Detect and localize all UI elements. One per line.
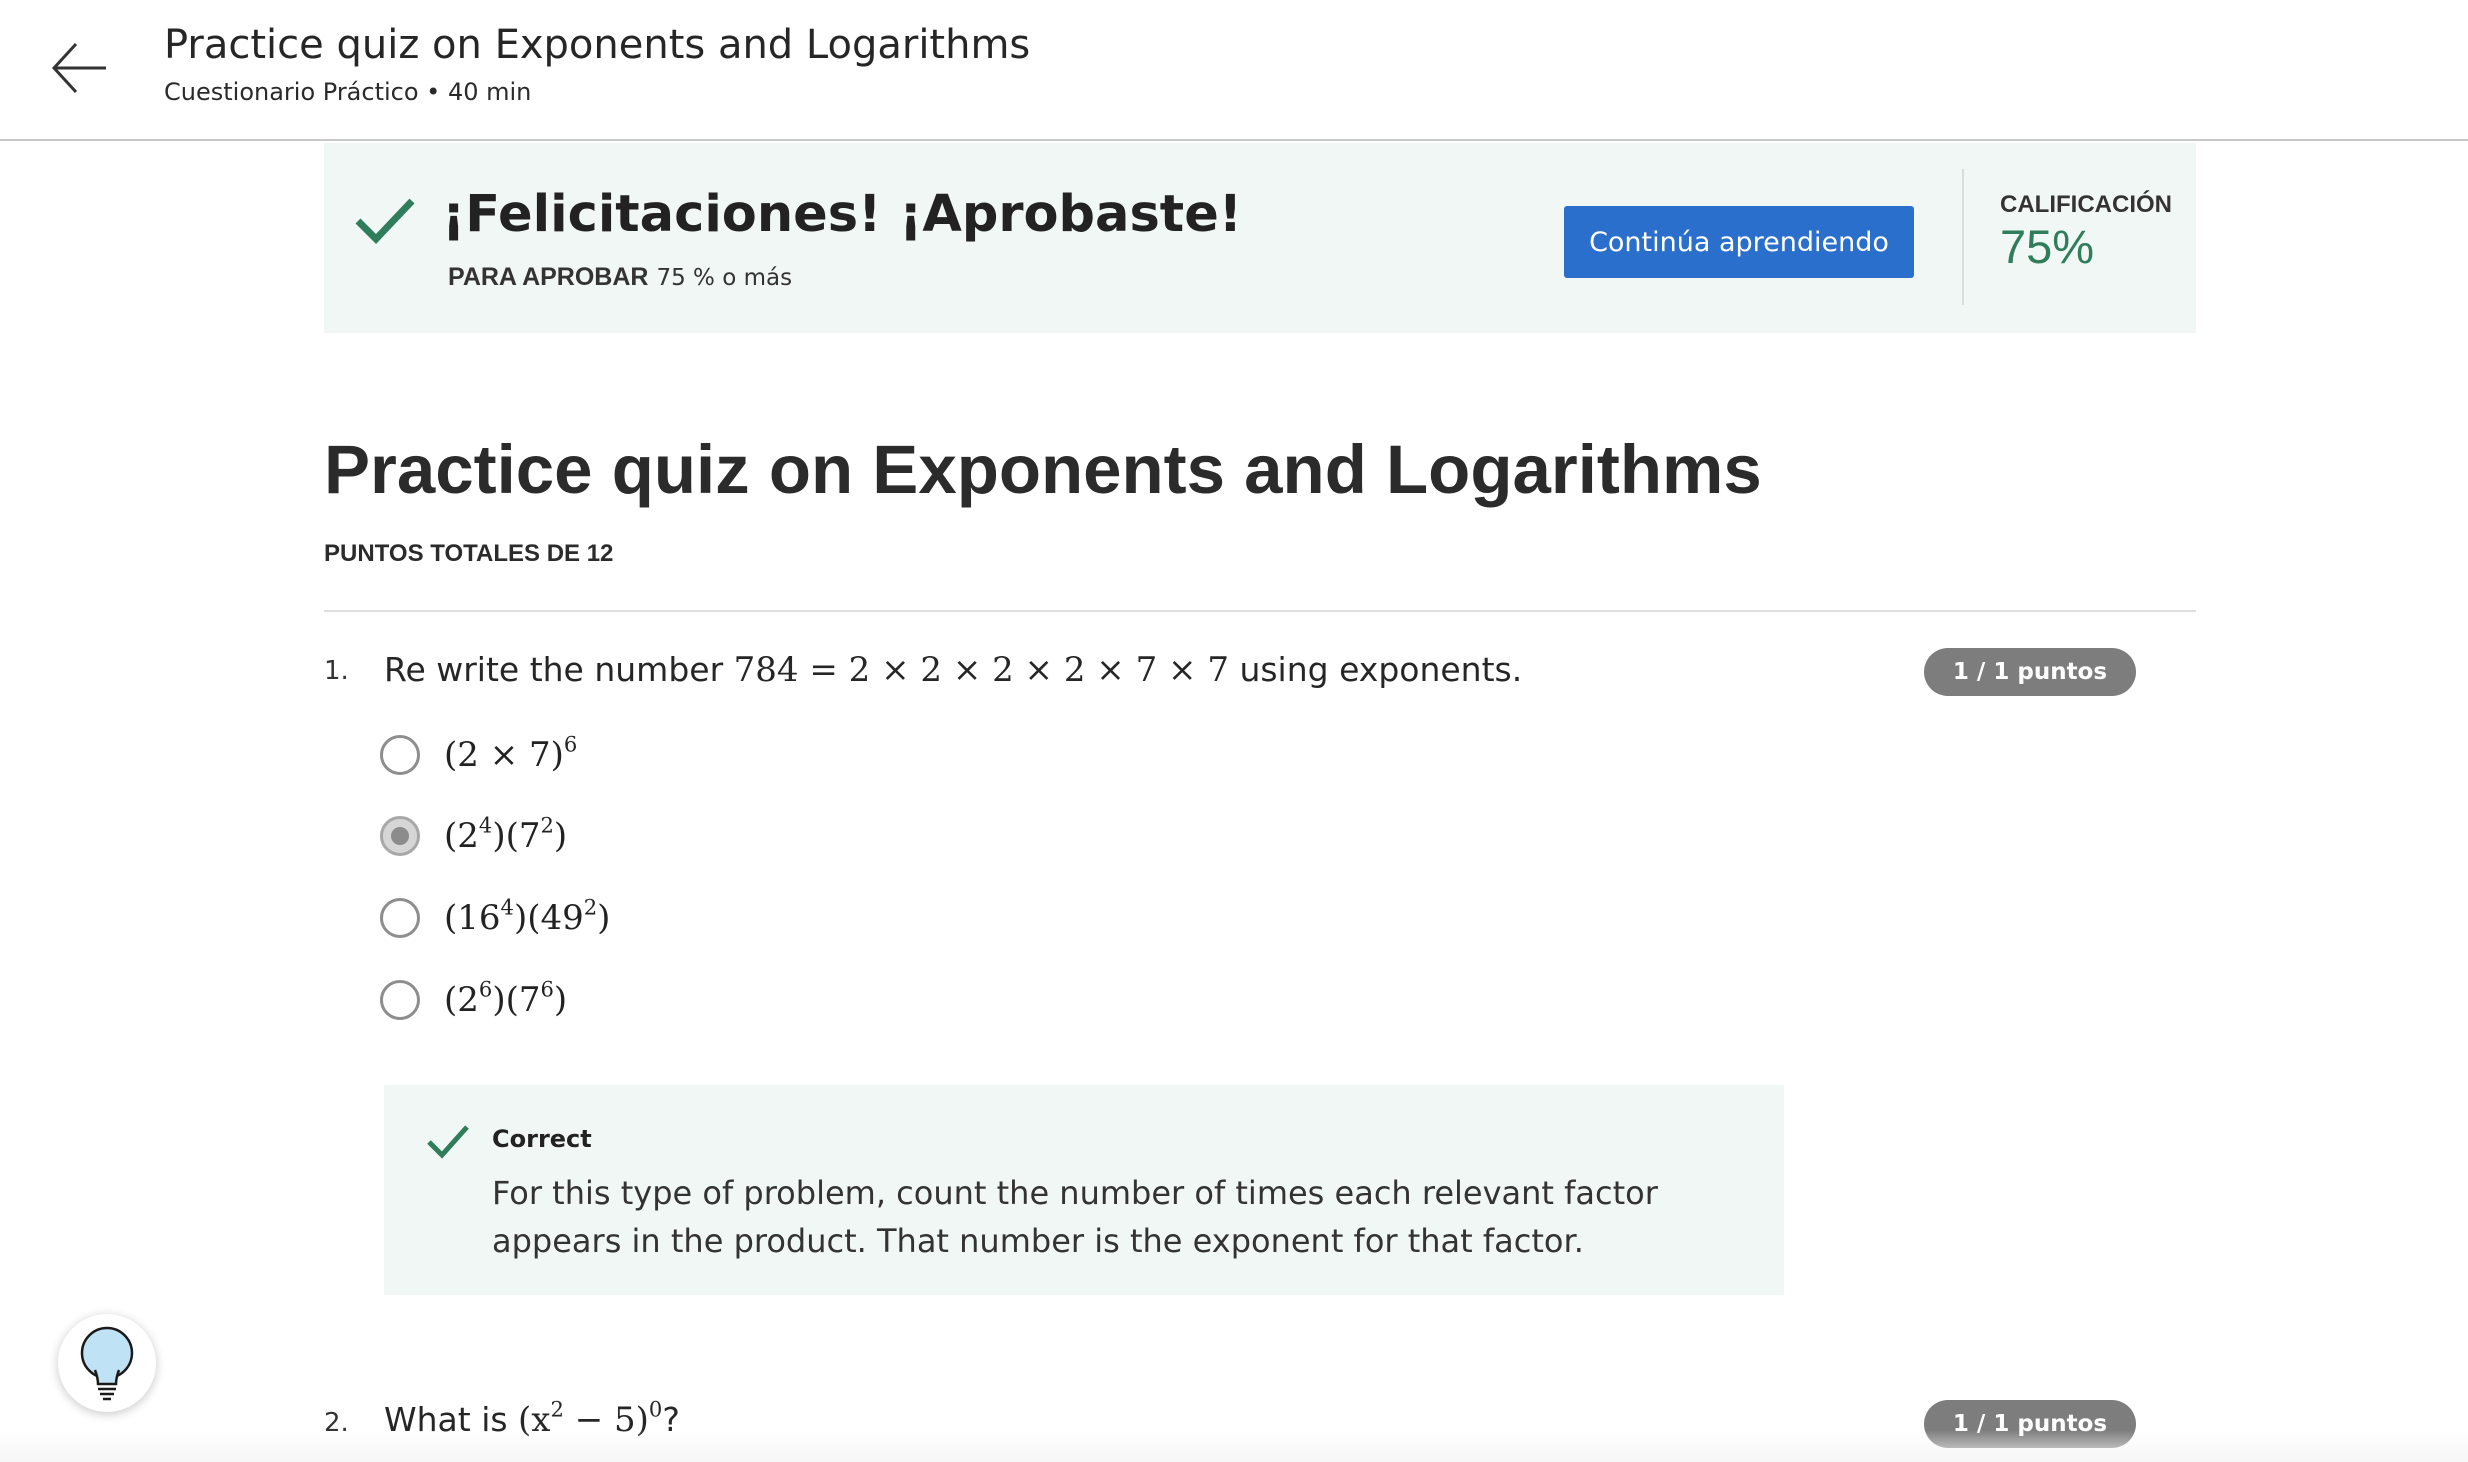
option-exponent: 4: [478, 812, 493, 838]
grade-value: 75%: [2000, 220, 2095, 273]
math-exponent: 2: [550, 1396, 564, 1422]
option-label: (2 × 7)6: [444, 733, 577, 775]
arrow-left-icon: [51, 42, 106, 94]
section-divider: [324, 610, 2196, 612]
quiz-title: Practice quiz on Exponents and Logarithm…: [324, 431, 1762, 508]
radio-button[interactable]: [380, 898, 420, 938]
option-part: (2: [444, 980, 479, 1020]
option-part: )(7: [492, 980, 541, 1020]
answer-option-selected[interactable]: (24)(72): [380, 811, 567, 861]
option-exponent: 2: [540, 812, 554, 838]
header-title: Practice quiz on Exponents and Logarithm…: [164, 22, 1031, 68]
answer-option[interactable]: (26)(76): [380, 975, 567, 1025]
option-part: ): [597, 898, 611, 938]
radio-button[interactable]: [380, 735, 420, 775]
radio-button-selected[interactable]: [380, 816, 420, 856]
option-label: (26)(76): [444, 978, 568, 1020]
question-text: Re write the number 784 = 2 × 2 × 2 × 2 …: [384, 650, 1522, 690]
points-badge: 1 / 1 puntos: [1924, 648, 2136, 696]
option-label: (164)(492): [444, 896, 611, 938]
question-math: 784 = 2 × 2 × 2 × 2 × 7 × 7: [733, 650, 1229, 690]
question-number: 2.: [324, 1408, 349, 1438]
question-text-before: What is: [384, 1400, 519, 1439]
option-label: (24)(72): [444, 814, 568, 856]
question-text-before: Re write the number: [384, 650, 734, 689]
question-text: What is (x2 − 5)0?: [384, 1398, 680, 1440]
pass-requirement: PARA APROBAR 75 % o más: [448, 263, 792, 292]
feedback-text: For this type of problem, count the numb…: [492, 1174, 1658, 1260]
pass-value: 75 % o más: [656, 265, 793, 291]
option-part: )(7: [492, 816, 541, 856]
radio-button[interactable]: [380, 980, 420, 1020]
checkmark-icon: [355, 198, 415, 245]
option-base: (2 × 7): [444, 735, 564, 775]
answer-option[interactable]: (2 × 7)6: [380, 730, 577, 780]
option-exponent: 6: [478, 976, 493, 1002]
checkmark-icon: [427, 1125, 469, 1159]
continue-learning-button[interactable]: Continúa aprendiendo: [1564, 206, 1914, 278]
option-exponent: 6: [563, 731, 578, 757]
option-exponent: 2: [583, 894, 598, 920]
pass-label: PARA APROBAR: [448, 263, 649, 291]
header-subtitle: Cuestionario Práctico • 40 min: [164, 78, 532, 106]
question-text-after: using exponents.: [1228, 650, 1523, 689]
points-badge: 1 / 1 puntos: [1924, 1400, 2136, 1448]
grade-label: CALIFICACIÓN: [2000, 191, 2172, 218]
option-exponent: 4: [500, 894, 514, 920]
question-math: (x2 − 5)0: [518, 1398, 662, 1440]
option-exponent: 6: [540, 976, 554, 1002]
feedback-label: Correct: [492, 1125, 592, 1153]
option-part: ): [553, 816, 568, 856]
page-header: Practice quiz on Exponents and Logarithm…: [0, 0, 2468, 141]
total-points: PUNTOS TOTALES DE 12: [324, 540, 614, 567]
option-part: ): [553, 980, 568, 1020]
math-exponent: 0: [648, 1396, 663, 1422]
banner-title: ¡Felicitaciones! ¡Aprobaste!: [442, 185, 1243, 244]
question-number: 1.: [324, 656, 349, 686]
lightbulb-icon: [80, 1326, 134, 1401]
pass-banner: ¡Felicitaciones! ¡Aprobaste! PARA APROBA…: [324, 143, 2196, 333]
banner-divider: [1962, 169, 1964, 305]
math-part: − 5): [563, 1400, 649, 1440]
option-part: (2: [444, 816, 479, 856]
answer-feedback: Correct For this type of problem, count …: [384, 1085, 1784, 1295]
math-part: (x: [518, 1400, 551, 1440]
answer-option[interactable]: (164)(492): [380, 893, 610, 943]
question-text-after: ?: [662, 1400, 680, 1439]
help-button[interactable]: [58, 1314, 156, 1412]
back-button[interactable]: [48, 36, 112, 100]
option-part: (16: [444, 898, 501, 938]
option-part: )(49: [513, 898, 584, 938]
